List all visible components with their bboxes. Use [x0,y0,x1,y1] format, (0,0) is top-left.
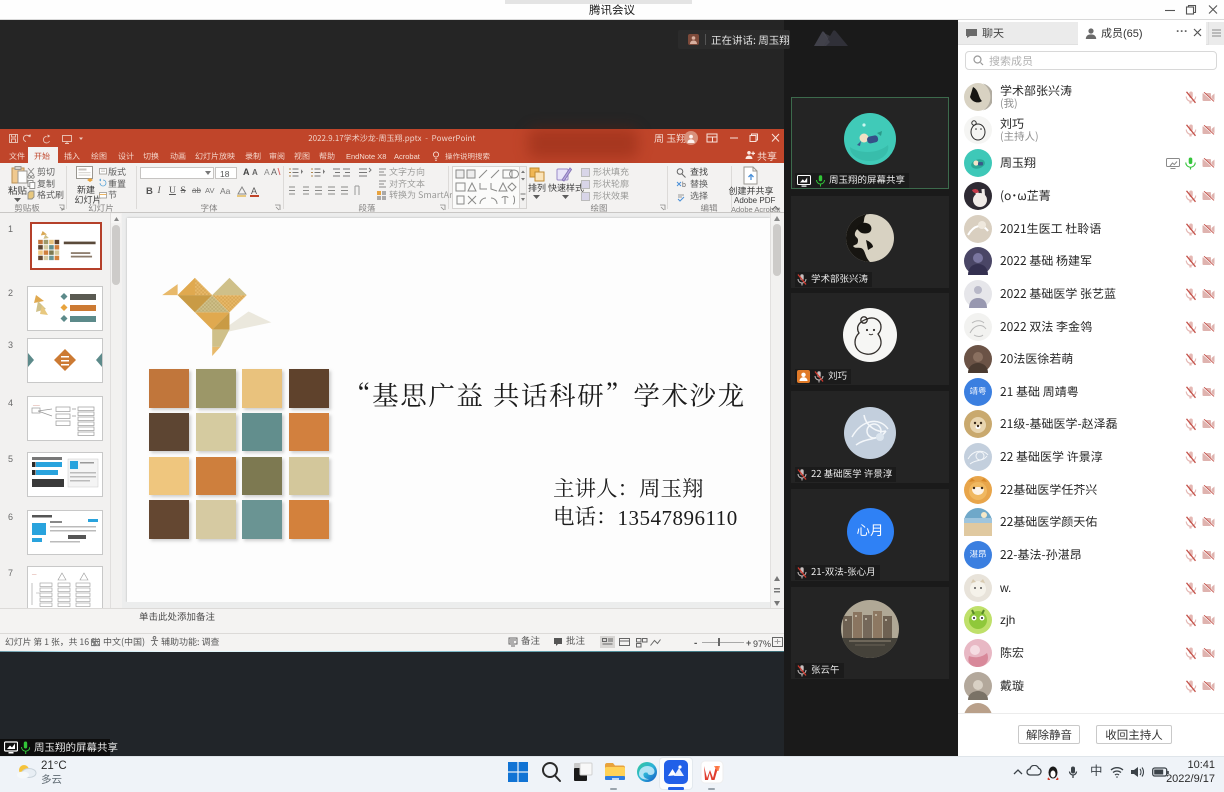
svg-text:A: A [271,167,277,177]
svg-text:b: b [682,182,686,189]
svg-text:A: A [251,186,257,196]
svg-text:__: __ [31,570,37,575]
svg-text:___: ___ [32,401,40,406]
